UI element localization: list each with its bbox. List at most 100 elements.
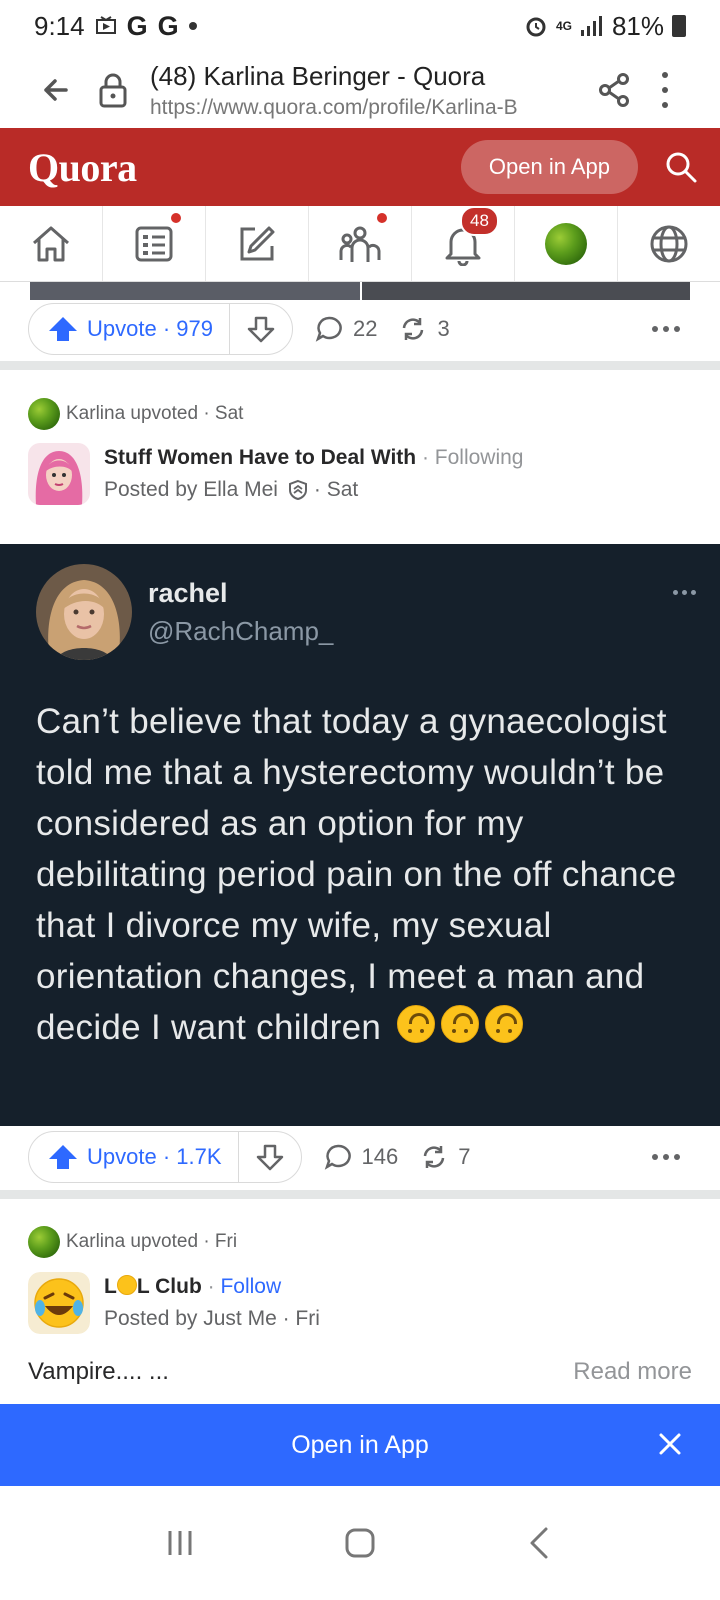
activity-line: Karlina upvoted · Sat — [28, 398, 243, 430]
rofl-emoji-icon — [116, 1275, 137, 1295]
upvoter-avatar[interactable] — [28, 398, 60, 430]
space-name-link[interactable]: Stuff Women Have to Deal With — [104, 446, 416, 469]
url-field[interactable]: https://www.quora.com/profile/Karlina-B — [150, 96, 552, 120]
back-arrow-icon[interactable] — [36, 70, 76, 110]
posted-by-author[interactable]: Posted by Ella Mei — [104, 478, 278, 502]
network-type: 4G — [555, 19, 572, 33]
post-excerpt[interactable]: Vampire.... ... Read more — [28, 1358, 692, 1386]
share-button[interactable]: 7 — [420, 1143, 470, 1171]
nav-spaces[interactable] — [309, 206, 412, 281]
upvote-label: Upvote · 1.7K — [87, 1144, 222, 1169]
feed-divider — [0, 1190, 720, 1199]
comment-icon — [315, 316, 342, 342]
upside-down-face-emoji-icon — [397, 1005, 436, 1043]
downvote-arrow-icon — [247, 316, 275, 343]
tweet-text: Can’t believe that today a gynaecologist… — [36, 702, 677, 1047]
feed-icon — [135, 226, 173, 261]
browser-menu-icon[interactable] — [660, 72, 670, 108]
home-icon — [33, 226, 69, 261]
edit-icon — [240, 226, 275, 260]
tweet-avatar — [36, 564, 132, 660]
tweet-text-block: Can’t believe that today a gynaecologist… — [36, 696, 696, 1053]
unread-dot — [375, 211, 389, 225]
home-button-icon[interactable] — [342, 1525, 378, 1561]
upvote-button[interactable]: Upvote · 1.7K — [29, 1132, 239, 1182]
open-in-app-label: Open in App — [291, 1430, 429, 1459]
comment-icon — [324, 1144, 351, 1170]
posted-by-author[interactable]: Posted by Just Me · Fri — [104, 1307, 320, 1331]
more-notifications-dot — [188, 22, 197, 30]
tweet-more-icon — [673, 590, 696, 595]
battery-percent: 81% — [611, 10, 664, 41]
comment-count: 22 — [352, 316, 378, 341]
globe-icon — [650, 225, 688, 262]
space-title-line: L L Club · Follow — [104, 1275, 320, 1299]
vote-box: Upvote · 979 — [28, 303, 293, 355]
url-text-area[interactable]: (48) Karlina Beringer - Quora https://ww… — [150, 61, 598, 120]
status-bar: 9:14 G G 4G 81% — [0, 0, 720, 52]
post-image-tweet[interactable]: rachel @RachChamp_ Can’t believe that to… — [0, 544, 720, 1126]
activity-line: Karlina upvoted · Fri — [28, 1226, 237, 1258]
alarm-icon — [526, 17, 546, 37]
back-icon[interactable] — [522, 1525, 558, 1561]
page-title: (48) Karlina Beringer - Quora — [150, 60, 486, 91]
nav-profile[interactable] — [515, 206, 618, 281]
separator-dot: · — [416, 446, 435, 469]
recent-apps-icon[interactable] — [162, 1525, 198, 1561]
search-icon[interactable] — [664, 150, 698, 184]
google-icon: G — [157, 10, 179, 41]
lock-icon[interactable] — [98, 72, 128, 108]
open-in-app-button[interactable]: Open in App — [460, 140, 638, 194]
profile-avatar — [545, 222, 587, 265]
space-name-link[interactable]: L L Club — [104, 1275, 202, 1298]
signal-icon — [580, 16, 602, 36]
nav-home[interactable] — [0, 206, 103, 281]
space-header: L L Club · Follow Posted by Just Me · Fri — [28, 1272, 320, 1334]
vote-box: Upvote · 1.7K — [28, 1131, 302, 1183]
separator-dot: · — [201, 1275, 221, 1298]
share-button[interactable]: 3 — [399, 315, 450, 343]
open-in-app-banner[interactable]: Open in App — [0, 1404, 720, 1486]
excerpt-text: Vampire.... ... — [28, 1358, 169, 1385]
notification-count-badge: 48 — [460, 206, 499, 236]
following-button[interactable]: Following — [435, 446, 524, 469]
comment-count: 146 — [361, 1144, 399, 1169]
space-avatar[interactable] — [28, 1272, 90, 1334]
comments-button[interactable]: 22 — [315, 315, 377, 343]
follow-button[interactable]: Follow — [220, 1275, 281, 1298]
upside-down-face-emoji-icon — [441, 1005, 480, 1043]
nav-following[interactable] — [103, 206, 206, 281]
nav-languages[interactable] — [618, 206, 720, 281]
activity-text: Karlina upvoted · Fri — [66, 1231, 238, 1252]
nav-notifications[interactable]: 48 — [412, 206, 515, 281]
close-icon[interactable] — [658, 1432, 682, 1456]
share-icon[interactable] — [598, 72, 630, 108]
feed-divider — [0, 361, 720, 370]
upvote-button[interactable]: Upvote · 979 — [29, 304, 230, 354]
share-count: 3 — [437, 316, 450, 341]
downvote-arrow-icon — [256, 1144, 283, 1171]
downvote-button[interactable] — [230, 304, 292, 354]
post-action-bar: Upvote · 979 22 3 — [0, 296, 720, 362]
battery-icon — [672, 15, 686, 37]
downvote-button[interactable] — [239, 1132, 301, 1182]
tweet-author-name: rachel — [148, 578, 228, 608]
upvoter-avatar[interactable] — [28, 1226, 60, 1258]
reshare-icon — [423, 1146, 445, 1168]
upvote-arrow-icon — [49, 317, 77, 341]
read-more-link[interactable]: Read more — [573, 1358, 692, 1386]
quora-logo[interactable]: Quora — [28, 144, 137, 191]
browser-url-bar: (48) Karlina Beringer - Quora https://ww… — [0, 52, 720, 128]
upvote-arrow-icon — [49, 1145, 77, 1169]
more-options-icon[interactable] — [652, 326, 680, 332]
space-name-end: L Club — [136, 1275, 202, 1298]
status-time: 9:14 — [34, 10, 85, 41]
google-icon: G — [126, 10, 148, 41]
space-avatar[interactable] — [28, 443, 90, 505]
tweet-author-handle: @RachChamp_ — [148, 616, 334, 646]
quora-header: Quora Open in App — [0, 128, 720, 206]
nav-answer[interactable] — [206, 206, 309, 281]
comments-button[interactable]: 146 — [324, 1143, 399, 1171]
more-options-icon[interactable] — [652, 1154, 680, 1160]
share-count: 7 — [458, 1144, 471, 1169]
